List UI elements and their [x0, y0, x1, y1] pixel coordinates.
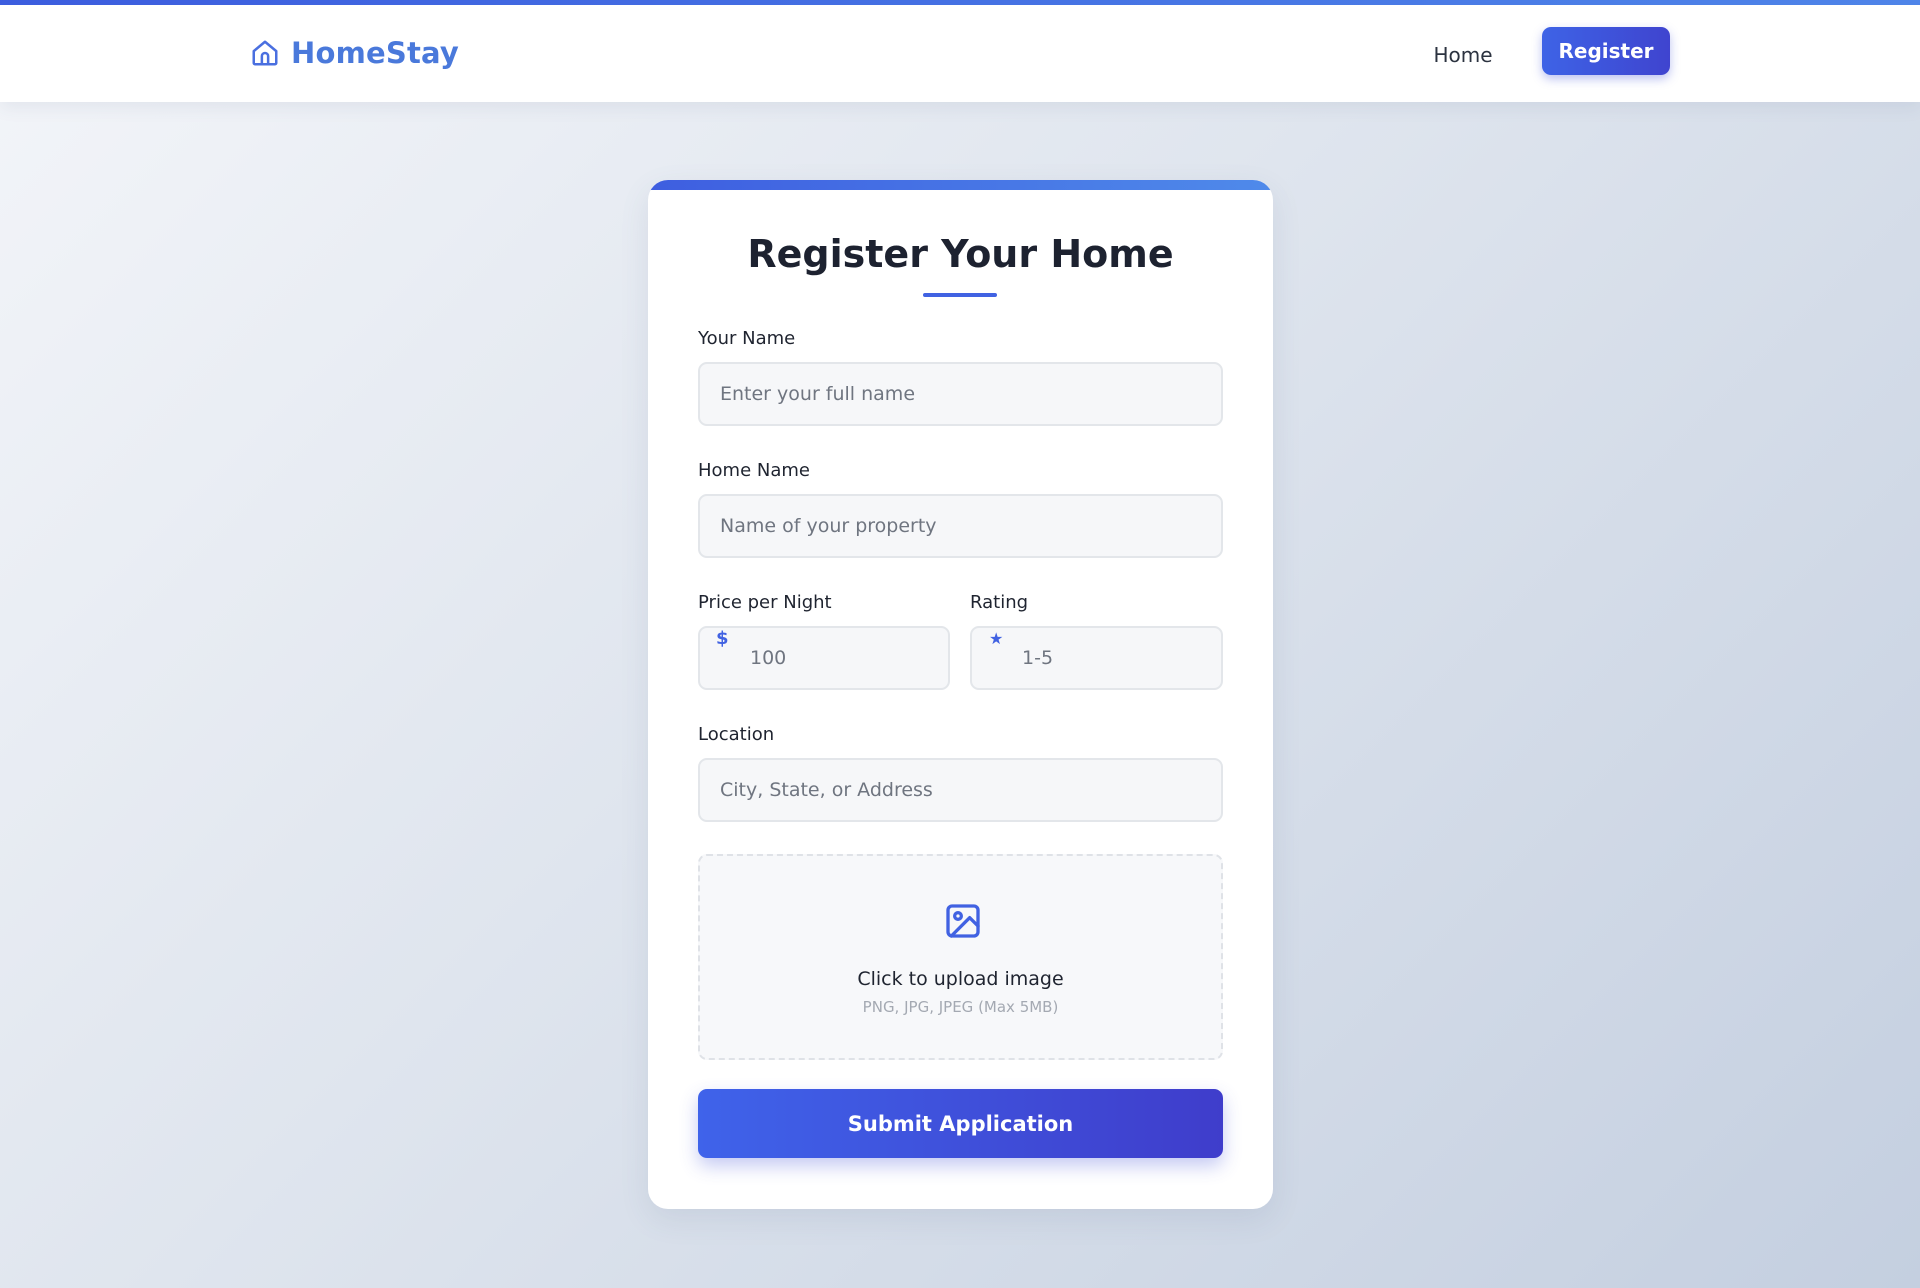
navbar: HomeStay Home Register [0, 5, 1920, 102]
star-icon: ★ [989, 629, 1004, 648]
your-name-label: Your Name [698, 328, 796, 349]
submit-application-button[interactable]: Submit Application [698, 1089, 1223, 1158]
location-label: Location [698, 724, 775, 745]
register-form-card: Register Your Home Your Name Home Name P… [648, 180, 1273, 1209]
brand-logo[interactable]: HomeStay [250, 31, 459, 75]
brand-name: HomeStay [291, 36, 460, 70]
image-icon [946, 904, 980, 938]
nav-register-button[interactable]: Register [1542, 27, 1670, 75]
nav-home-link[interactable]: Home [1418, 35, 1508, 75]
rating-label: Rating [970, 592, 1029, 613]
page-title: Register Your Home [747, 232, 1174, 276]
image-upload-dropzone[interactable]: Click to upload image PNG, JPG, JPEG (Ma… [698, 854, 1223, 1060]
rating-input[interactable] [970, 626, 1223, 690]
price-input[interactable] [698, 626, 950, 690]
title-underline [923, 293, 997, 297]
home-name-input[interactable] [698, 494, 1223, 558]
location-input[interactable] [698, 758, 1223, 822]
your-name-input[interactable] [698, 362, 1223, 426]
upload-hint: PNG, JPG, JPEG (Max 5MB) [862, 998, 1059, 1016]
price-label: Price per Night [698, 592, 832, 613]
card-accent-bar [648, 180, 1273, 190]
home-name-label: Home Name [698, 460, 810, 481]
dollar-icon: $ [716, 628, 729, 649]
home-icon [252, 40, 278, 66]
upload-title: Click to upload image [857, 968, 1064, 990]
